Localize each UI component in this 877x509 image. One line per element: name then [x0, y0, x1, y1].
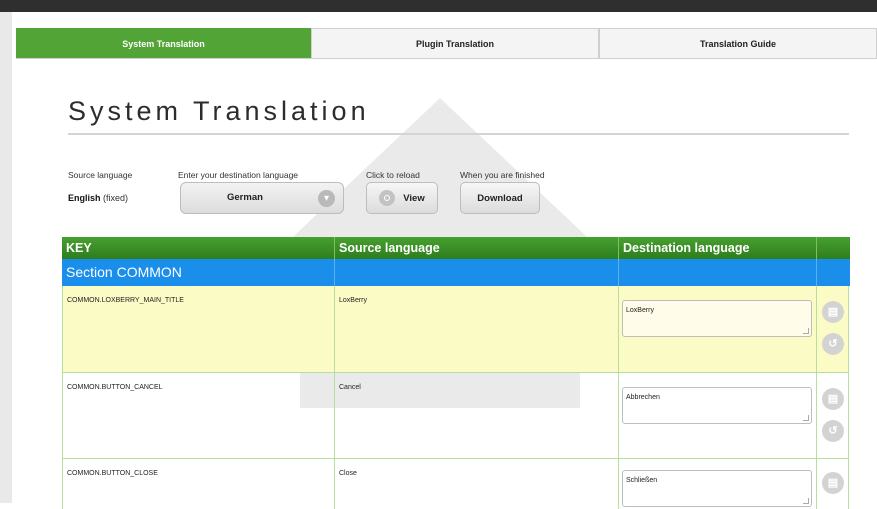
- table-row-actions: ▤ ↺: [816, 373, 849, 459]
- left-edge: [0, 12, 12, 503]
- destination-language-value: German: [227, 192, 263, 203]
- tab-translation-guide[interactable]: Translation Guide: [599, 28, 877, 58]
- undo-icon[interactable]: ↺: [822, 420, 844, 442]
- title-divider: [68, 133, 849, 135]
- table-row-source: Cancel: [334, 373, 618, 459]
- tab-plugin-translation[interactable]: Plugin Translation: [311, 28, 599, 58]
- table-row-source: Close: [334, 459, 618, 509]
- save-icon[interactable]: ▤: [822, 388, 844, 410]
- save-icon[interactable]: ▤: [822, 472, 844, 494]
- table-row-dest-cell: LoxBerry: [618, 286, 816, 373]
- table-row-key: COMMON.BUTTON_CLOSE: [62, 459, 334, 509]
- destination-textarea[interactable]: LoxBerry: [622, 300, 812, 337]
- table-row-actions: ▤: [816, 459, 849, 509]
- header-source-language: Source language: [334, 237, 618, 259]
- window-top-bar: [0, 0, 877, 12]
- tab-system-translation[interactable]: System Translation: [16, 28, 311, 58]
- undo-icon[interactable]: ↺: [822, 333, 844, 355]
- download-button[interactable]: Download: [460, 182, 540, 214]
- view-button[interactable]: View: [366, 182, 438, 214]
- section-empty-cell: [334, 259, 619, 286]
- section-heading: Section COMMON: [62, 259, 334, 286]
- source-language-value: English (fixed): [68, 193, 128, 203]
- destination-language-label: Enter your destination language: [178, 170, 299, 180]
- view-button-label: View: [403, 192, 425, 204]
- page-title: System Translation: [68, 96, 370, 126]
- header-actions: [816, 237, 850, 259]
- source-language-name: English: [68, 193, 101, 203]
- tab-bar: System Translation Plugin Translation Tr…: [16, 28, 877, 59]
- section-empty-cell: [618, 259, 817, 286]
- source-language-fixed: (fixed): [103, 193, 129, 203]
- header-key: KEY: [62, 237, 334, 259]
- header-destination-language: Destination language: [618, 237, 816, 259]
- table-row-dest-cell: Abbrechen: [618, 373, 816, 459]
- destination-textarea[interactable]: Schließen: [622, 470, 812, 507]
- section-empty-cell: [816, 259, 850, 286]
- table-row-actions: ▤ ↺: [816, 286, 849, 373]
- finished-label: When you are finished: [460, 170, 545, 180]
- table-row-source: LoxBerry: [334, 286, 618, 373]
- source-language-label: Source language: [68, 170, 133, 180]
- destination-textarea[interactable]: Abbrechen: [622, 387, 812, 424]
- table-row-key: COMMON.BUTTON_CANCEL: [62, 373, 334, 459]
- table-row-key: COMMON.LOXBERRY_MAIN_TITLE: [62, 286, 334, 373]
- destination-language-select[interactable]: German ▾: [180, 182, 344, 214]
- download-button-label: Download: [477, 192, 523, 204]
- save-icon[interactable]: ▤: [822, 301, 844, 323]
- table-row-dest-cell: Schließen: [618, 459, 816, 509]
- eye-icon: [379, 190, 396, 206]
- chevron-down-icon: ▾: [318, 190, 335, 207]
- reload-label: Click to reload: [366, 170, 420, 180]
